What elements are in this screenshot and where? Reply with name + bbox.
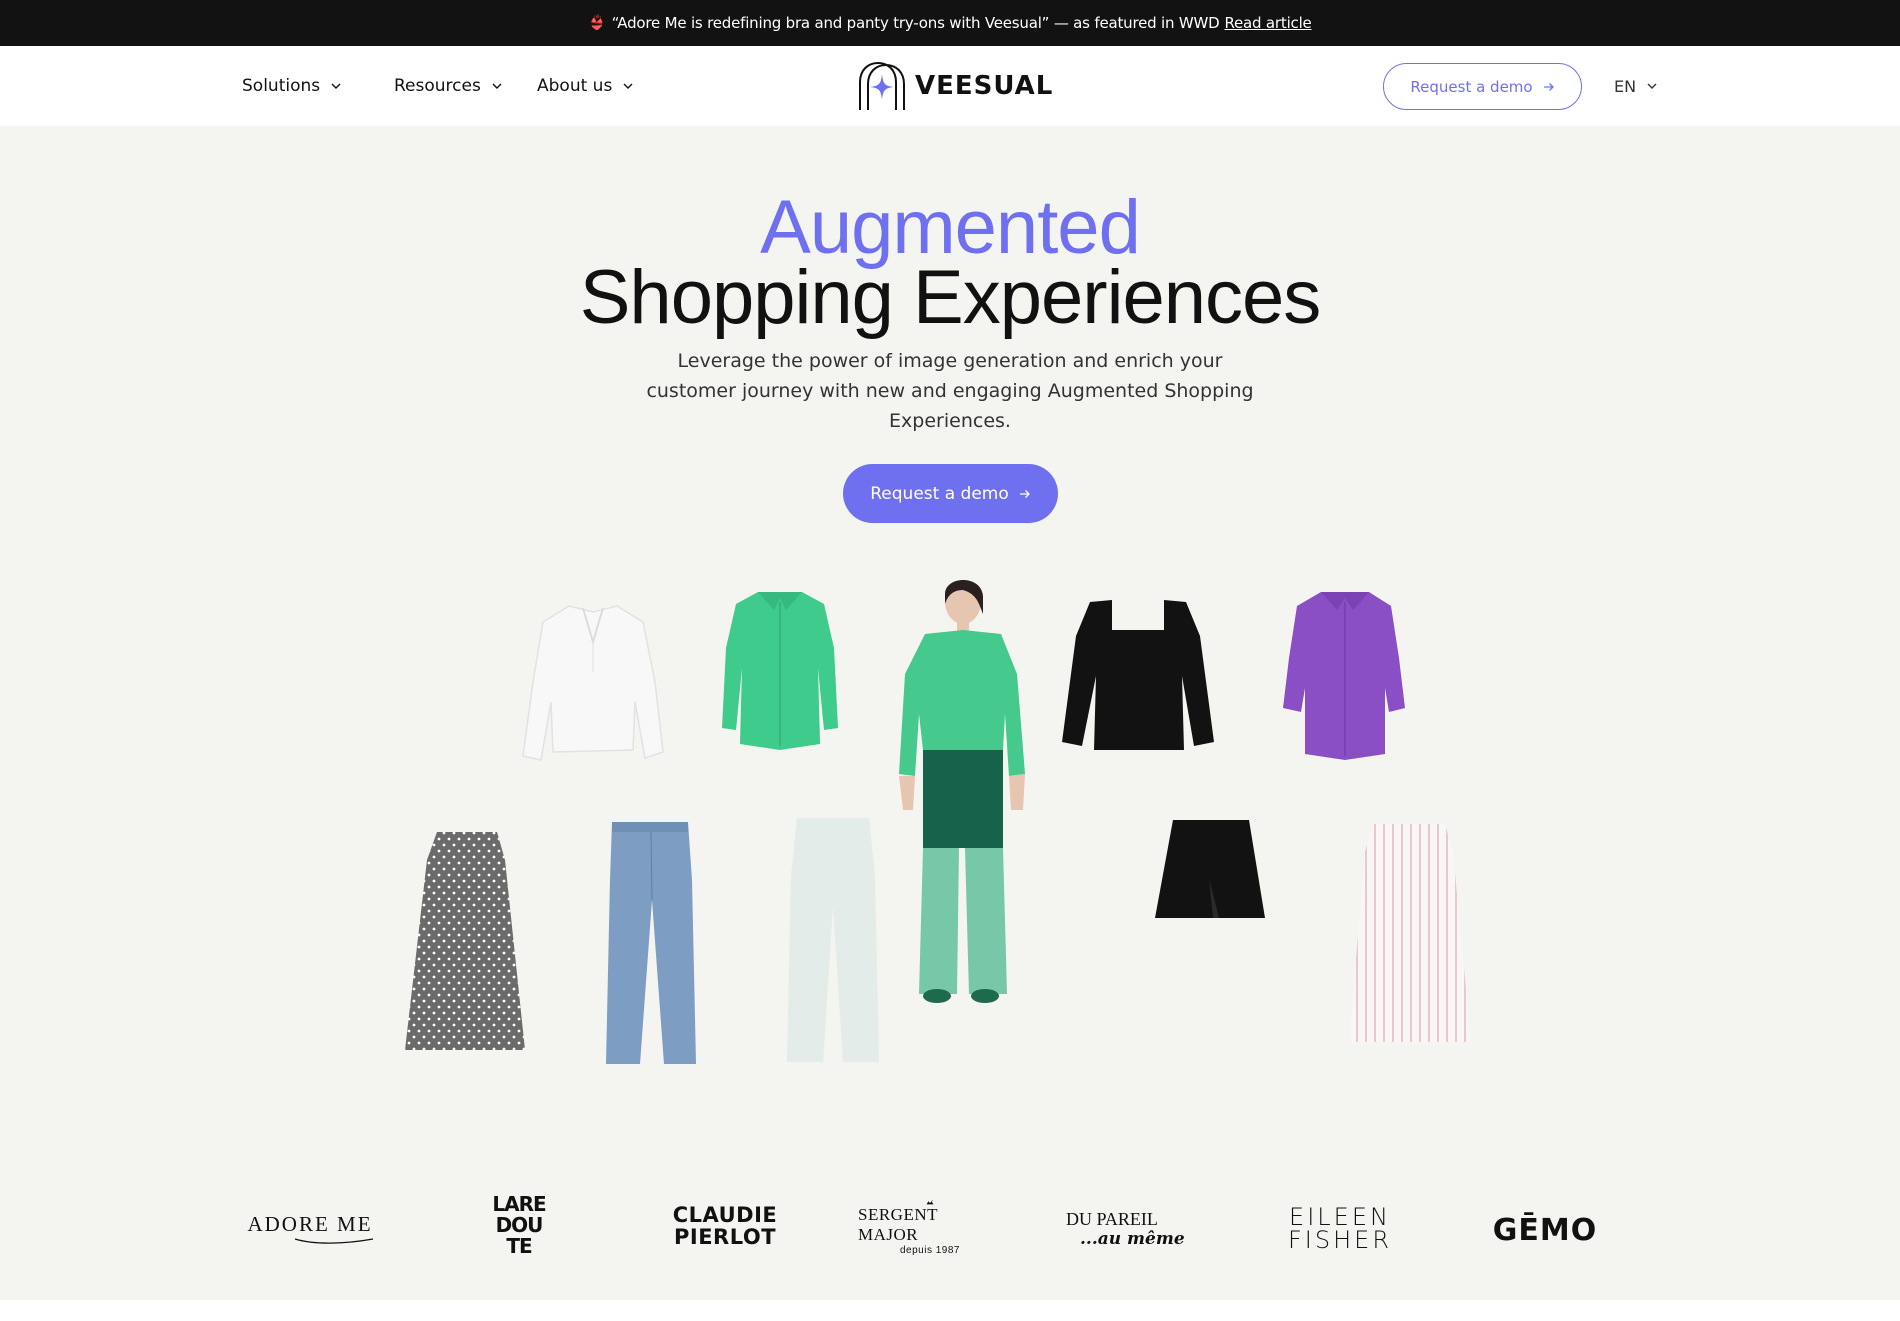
arrow-right-icon [1543, 82, 1554, 91]
nav-resources-label: Resources [394, 76, 481, 96]
green-shirt-image [718, 588, 842, 752]
chevron-down-icon [623, 83, 633, 89]
model-wearing-outfit-image [885, 574, 1035, 1008]
swoosh-icon [294, 1237, 374, 1244]
language-label: EN [1614, 76, 1637, 96]
blue-jeans-image [602, 820, 700, 1068]
nav-about-us-label: About us [537, 76, 613, 96]
faded-wide-pants-image [785, 816, 881, 1066]
read-article-link[interactable]: Read article [1224, 14, 1311, 32]
nav-solutions-label: Solutions [242, 76, 321, 96]
brand-adore-me-text: ADORE ME [247, 1211, 373, 1236]
polka-dot-pleated-skirt-image [401, 830, 529, 1056]
brand-logo-sergent-major: SERGENT MAJOR depuis 1987 [858, 1200, 1002, 1256]
arrow-right-icon [1019, 489, 1030, 498]
hero-subtitle: Leverage the power of image generation a… [646, 350, 1254, 432]
request-demo-hero-label: Request a demo [870, 483, 1009, 504]
nav-about-us[interactable]: About us [537, 46, 634, 126]
announcement-banner: 👙 “Adore Me is redefining bra and panty … [0, 0, 1900, 46]
brand-logo-gemo: GĒMO [1485, 1208, 1605, 1252]
striped-pleated-skirt-image [1347, 822, 1473, 1046]
purple-shirt-image [1281, 588, 1407, 762]
bikini-icon: 👙 [588, 15, 606, 31]
banner-text: “Adore Me is redefining bra and panty tr… [611, 14, 1220, 32]
veesual-logo[interactable]: VEESUAL [857, 60, 1053, 112]
request-demo-nav-button[interactable]: Request a demo [1383, 63, 1582, 110]
veesual-arch-star-icon [859, 61, 905, 110]
white-ruffle-blouse-image [519, 602, 667, 766]
brand-sergent-line2: depuis 1987 [900, 1245, 960, 1256]
request-demo-nav-label: Request a demo [1410, 77, 1533, 96]
nav-solutions[interactable]: Solutions [242, 46, 342, 126]
brand-dupareil-line2: ...au même [1080, 1229, 1185, 1249]
brand-gemo-text: GĒMO [1492, 1212, 1598, 1248]
hero-title-main: Shopping Experiences [579, 255, 1322, 340]
brand-logo-du-pareil-au-meme: DU PAREIL ...au même [1066, 1206, 1206, 1252]
main-nav: Solutions Resources About us VEESUAL Req… [0, 46, 1900, 126]
chevron-down-icon [1647, 83, 1657, 89]
brand-la-redoute-line3: TE [506, 1233, 532, 1258]
brand-logo-adore-me: ADORE ME [240, 1208, 380, 1248]
hero-section: Augmented Shopping Experiences Leverage … [0, 126, 1900, 1300]
brand-logo-claudie-pierlot: CLAUDIE PIERLOT [660, 1202, 790, 1250]
chevron-down-icon [331, 83, 341, 89]
brand-eileen-line2: FISHER [1288, 1226, 1393, 1254]
brand-claudie-line2: PIERLOT [673, 1225, 777, 1249]
brand-sergent-line1: SERGENT MAJOR [858, 1205, 938, 1244]
black-square-neck-top-image [1060, 596, 1216, 752]
language-selector[interactable]: EN [1614, 46, 1658, 126]
nav-resources[interactable]: Resources [394, 46, 503, 126]
brand-la-redoute-line1: LARE [492, 1191, 546, 1216]
logo-text: VEESUAL [915, 71, 1054, 101]
brand-logo-la-redoute: LARE DOU TE [484, 1192, 554, 1258]
brand-dupareil-line1: DU PAREIL [1066, 1209, 1158, 1229]
brand-claudie-line1: CLAUDIE [672, 1203, 778, 1227]
chevron-down-icon [492, 83, 502, 89]
request-demo-hero-button[interactable]: Request a demo [843, 464, 1058, 523]
brand-logo-eileen-fisher: EILEEN FISHER [1288, 1204, 1393, 1254]
brand-la-redoute-line2: DOU [495, 1212, 544, 1237]
black-mini-skirt-image [1153, 818, 1267, 924]
